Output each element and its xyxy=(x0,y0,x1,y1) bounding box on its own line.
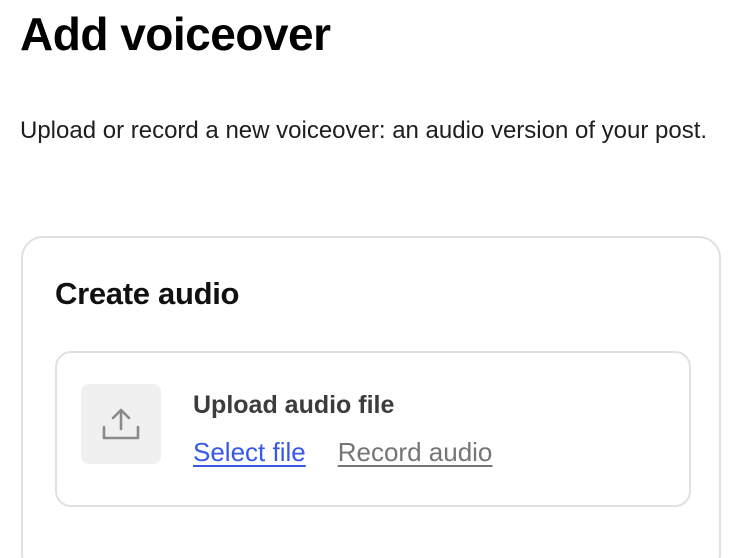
page-title: Add voiceover xyxy=(20,8,331,60)
upload-actions: Select file Record audio xyxy=(193,435,492,469)
card-title: Create audio xyxy=(55,276,240,311)
upload-audio-box: Upload audio file Select file Record aud… xyxy=(55,351,691,507)
add-voiceover-page: Add voiceover Upload or record a new voi… xyxy=(0,0,744,558)
upload-audio-label: Upload audio file xyxy=(193,391,395,419)
record-audio-link[interactable]: Record audio xyxy=(338,435,493,469)
upload-icon xyxy=(81,384,161,464)
create-audio-card: Create audio Upload audio file Select fi… xyxy=(21,236,721,558)
select-file-link[interactable]: Select file xyxy=(193,435,306,469)
page-description: Upload or record a new voiceover: an aud… xyxy=(20,117,708,144)
